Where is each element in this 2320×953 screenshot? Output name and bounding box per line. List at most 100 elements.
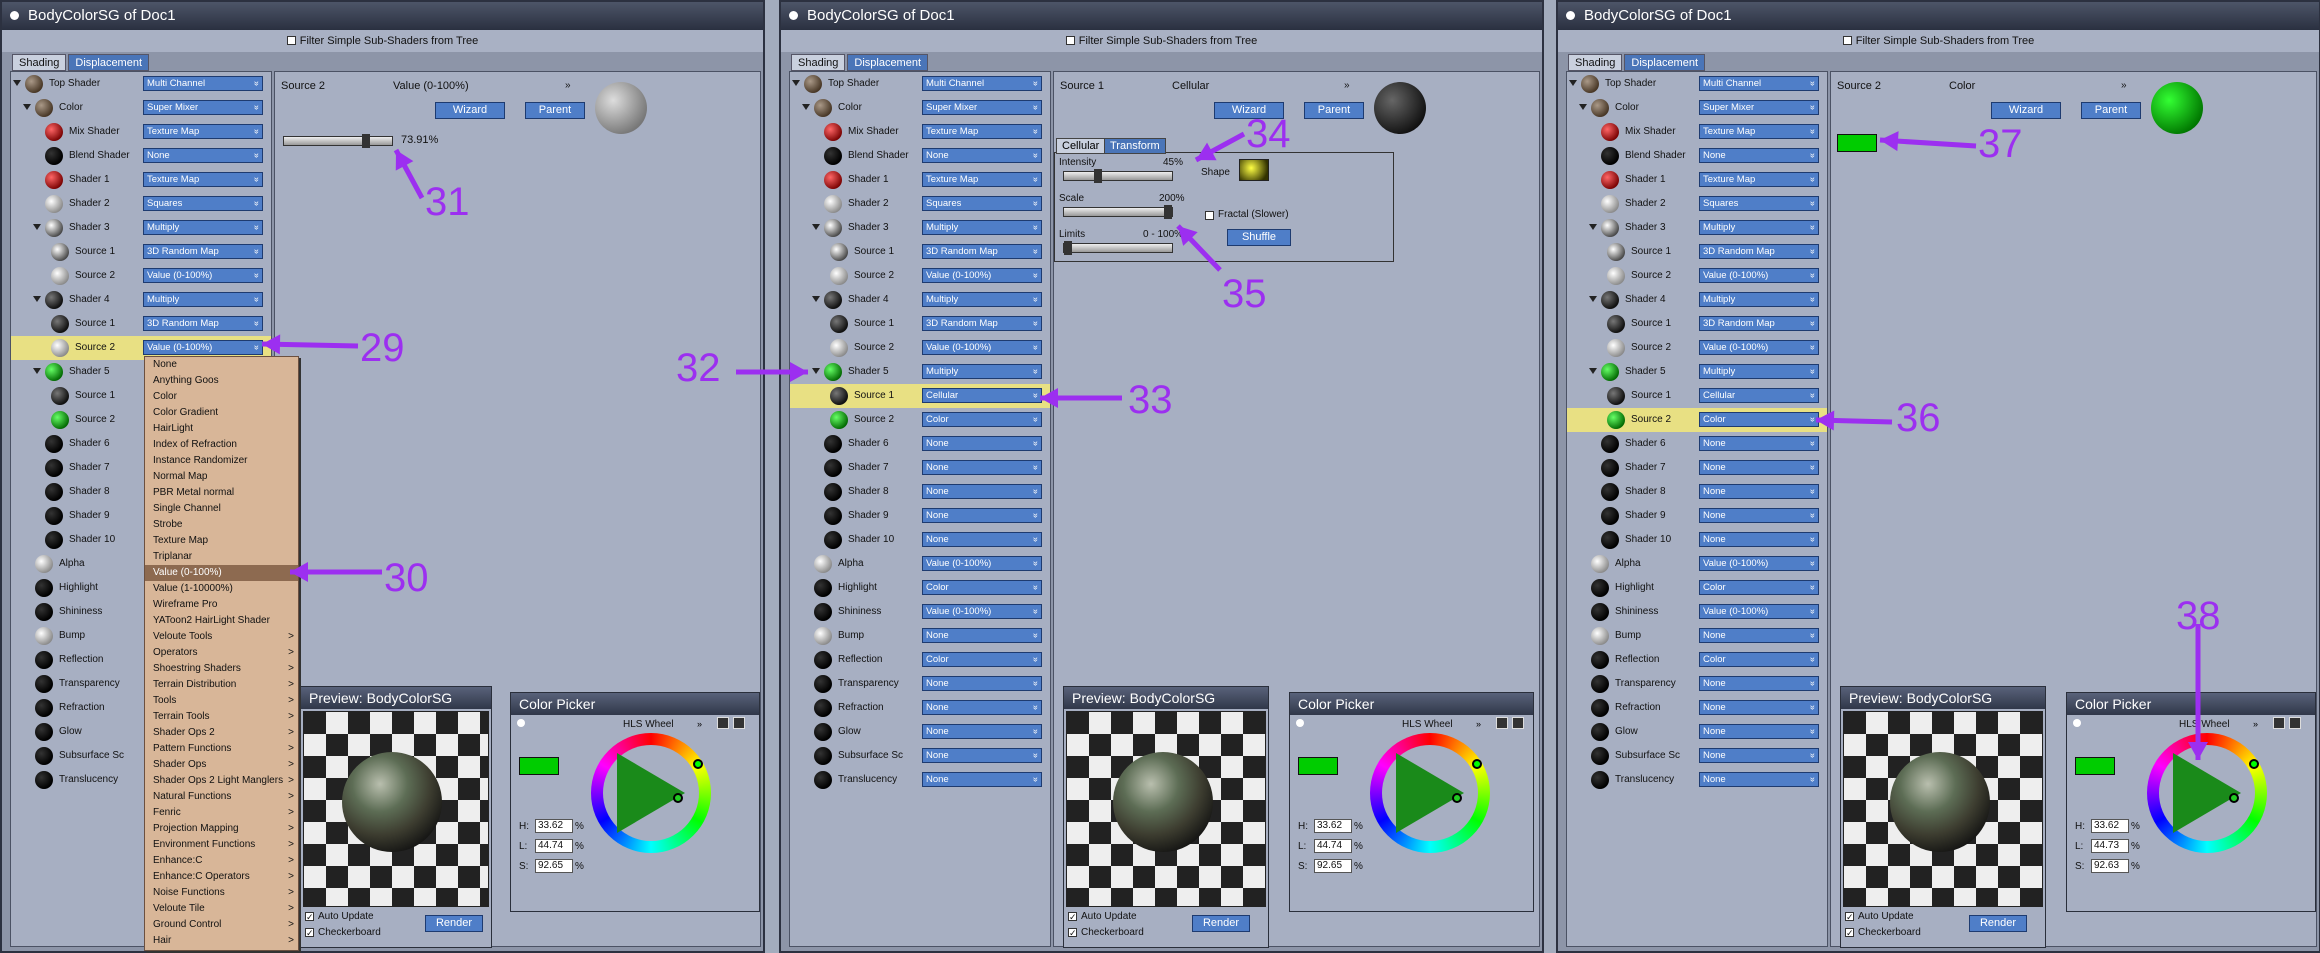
window-menu-dot-icon[interactable] xyxy=(789,11,798,20)
shader-type-dropdown[interactable]: None xyxy=(1699,484,1819,499)
collapse-chevron-icon[interactable]: » xyxy=(565,80,571,91)
tree-row[interactable]: Shader 7 None xyxy=(790,456,1050,480)
filter-row[interactable]: Filter Simple Sub-Shaders from Tree xyxy=(2,30,763,52)
tab-displacement[interactable]: Displacement xyxy=(68,54,150,71)
menu-item[interactable]: Color xyxy=(145,389,298,405)
shader-type-dropdown[interactable]: Squares xyxy=(143,196,263,211)
shader-type-dropdown[interactable]: Value (0-100%) xyxy=(1699,604,1819,619)
shader-type-dropdown[interactable]: Multiply xyxy=(922,220,1042,235)
shader-type-dropdown[interactable]: Value (0-100%) xyxy=(1699,268,1819,283)
menu-item[interactable]: Veloute Tools > xyxy=(145,629,298,645)
tree-row[interactable]: Blend Shader None xyxy=(1567,144,1827,168)
menu-item[interactable]: Normal Map xyxy=(145,469,298,485)
tree-row[interactable]: Top Shader Multi Channel xyxy=(1567,72,1827,96)
shader-type-dropdown[interactable]: None xyxy=(1699,748,1819,763)
s-value-field[interactable]: 92.65 xyxy=(535,859,573,873)
tree-row[interactable]: Source 2 Color xyxy=(1567,408,1827,432)
checkerboard-checkbox[interactable]: ✓ xyxy=(1845,928,1854,938)
shader-type-dropdown[interactable]: Value (0-100%) xyxy=(922,340,1042,355)
tree-row[interactable]: Shader 5 Multiply xyxy=(790,360,1050,384)
expand-triangle-icon[interactable] xyxy=(1589,224,1597,230)
parent-button[interactable]: Parent xyxy=(525,102,585,119)
tree-row[interactable]: Shader 4 Multiply xyxy=(790,288,1050,312)
tree-row[interactable]: Source 1 3D Random Map xyxy=(11,312,271,336)
tree-row[interactable]: Source 1 3D Random Map xyxy=(790,312,1050,336)
expand-triangle-icon[interactable] xyxy=(33,296,41,302)
shader-type-dropdown[interactable]: 3D Random Map xyxy=(143,316,263,331)
slider-knob[interactable] xyxy=(362,134,370,148)
shader-type-dropdown[interactable]: Squares xyxy=(1699,196,1819,211)
hue-handle[interactable] xyxy=(2249,759,2259,769)
tree-row[interactable]: Shader 6 None xyxy=(1567,432,1827,456)
tree-row[interactable]: Shader 1 Texture Map xyxy=(790,168,1050,192)
tree-row[interactable]: Shader 10 None xyxy=(1567,528,1827,552)
shader-type-dropdown[interactable]: Color xyxy=(1699,412,1819,427)
intensity-slider[interactable] xyxy=(1063,169,1173,183)
tree-row[interactable]: Mix Shader Texture Map xyxy=(11,120,271,144)
shader-type-dropdown[interactable]: None xyxy=(1699,436,1819,451)
tree-row[interactable]: Source 2 Value (0-100%) xyxy=(11,264,271,288)
hue-handle[interactable] xyxy=(1472,759,1482,769)
tree-row[interactable]: Reflection Color xyxy=(790,648,1050,672)
collapse-chevron-icon[interactable]: » xyxy=(2121,80,2127,91)
shader-type-dropdown[interactable]: Multi Channel xyxy=(922,76,1042,91)
shader-type-dropdown[interactable]: None xyxy=(922,772,1042,787)
tree-row[interactable]: Shader 9 None xyxy=(790,504,1050,528)
checkerboard-checkbox[interactable]: ✓ xyxy=(1068,928,1077,938)
render-button[interactable]: Render xyxy=(425,915,483,932)
filter-checkbox[interactable] xyxy=(1065,36,1075,45)
filter-checkbox[interactable] xyxy=(286,36,296,45)
shader-type-dropdown[interactable]: Cellular xyxy=(1699,388,1819,403)
slider-knob[interactable] xyxy=(1094,169,1102,183)
tree-row[interactable]: Source 2 Value (0-100%) xyxy=(1567,336,1827,360)
tree-row[interactable]: Source 1 Cellular xyxy=(1567,384,1827,408)
limits-slider[interactable] xyxy=(1063,241,1173,255)
sl-handle[interactable] xyxy=(1452,793,1462,803)
shader-type-dropdown[interactable]: Multiply xyxy=(1699,292,1819,307)
picker-tool-icon[interactable] xyxy=(2273,717,2285,729)
sl-handle[interactable] xyxy=(673,793,683,803)
s-value-field[interactable]: 92.63 xyxy=(2091,859,2129,873)
menu-item[interactable]: Wireframe Pro xyxy=(145,597,298,613)
l-value-field[interactable]: 44.74 xyxy=(1314,839,1352,853)
shader-type-dropdown[interactable]: 3D Random Map xyxy=(1699,316,1819,331)
collapse-chevron-icon[interactable]: » xyxy=(1344,80,1350,91)
shader-type-dropdown[interactable]: Color xyxy=(922,412,1042,427)
hue-wheel[interactable] xyxy=(591,733,711,853)
shader-type-dropdown[interactable]: None xyxy=(922,436,1042,451)
tree-row[interactable]: Shader 9 None xyxy=(1567,504,1827,528)
menu-item[interactable]: Single Channel xyxy=(145,501,298,517)
expand-triangle-icon[interactable] xyxy=(23,104,31,110)
menu-item[interactable]: Pattern Functions > xyxy=(145,741,298,757)
shader-type-dropdown[interactable]: Texture Map xyxy=(922,124,1042,139)
menu-item[interactable]: Enhance:C > xyxy=(145,853,298,869)
shader-type-dropdown[interactable]: Color xyxy=(1699,580,1819,595)
menu-item[interactable]: Enhance:C Operators > xyxy=(145,869,298,885)
shader-type-dropdown[interactable]: None xyxy=(922,484,1042,499)
hls-mode-chevron-icon[interactable]: » xyxy=(2253,719,2263,729)
picker-menu-dot-icon[interactable] xyxy=(1296,719,1304,727)
current-color-swatch[interactable] xyxy=(2075,757,2115,775)
tree-row[interactable]: Mix Shader Texture Map xyxy=(790,120,1050,144)
tree-row[interactable]: Bump None xyxy=(1567,624,1827,648)
auto-update-row[interactable]: ✓ Auto Update xyxy=(1068,911,1137,922)
expand-triangle-icon[interactable] xyxy=(33,368,41,374)
tree-row[interactable]: Mix Shader Texture Map xyxy=(1567,120,1827,144)
menu-item[interactable]: Fenric > xyxy=(145,805,298,821)
shader-type-dropdown[interactable]: Multiply xyxy=(922,292,1042,307)
menu-item[interactable]: Hair > xyxy=(145,933,298,949)
tree-row[interactable]: Top Shader Multi Channel xyxy=(790,72,1050,96)
hue-handle[interactable] xyxy=(693,759,703,769)
shader-type-dropdown[interactable]: Multiply xyxy=(1699,220,1819,235)
menu-item[interactable]: Natural Functions > xyxy=(145,789,298,805)
h-value-field[interactable]: 33.62 xyxy=(535,819,573,833)
expand-triangle-icon[interactable] xyxy=(792,80,800,86)
hue-wheel[interactable] xyxy=(2147,733,2267,853)
tree-row[interactable]: Blend Shader None xyxy=(11,144,271,168)
shader-type-dropdown[interactable]: Value (0-100%) xyxy=(922,604,1042,619)
expand-triangle-icon[interactable] xyxy=(812,224,820,230)
render-button[interactable]: Render xyxy=(1192,915,1250,932)
hls-mode-chevron-icon[interactable]: » xyxy=(1476,719,1486,729)
shader-type-dropdown[interactable]: 3D Random Map xyxy=(922,244,1042,259)
tab-displacement[interactable]: Displacement xyxy=(1624,54,1706,71)
